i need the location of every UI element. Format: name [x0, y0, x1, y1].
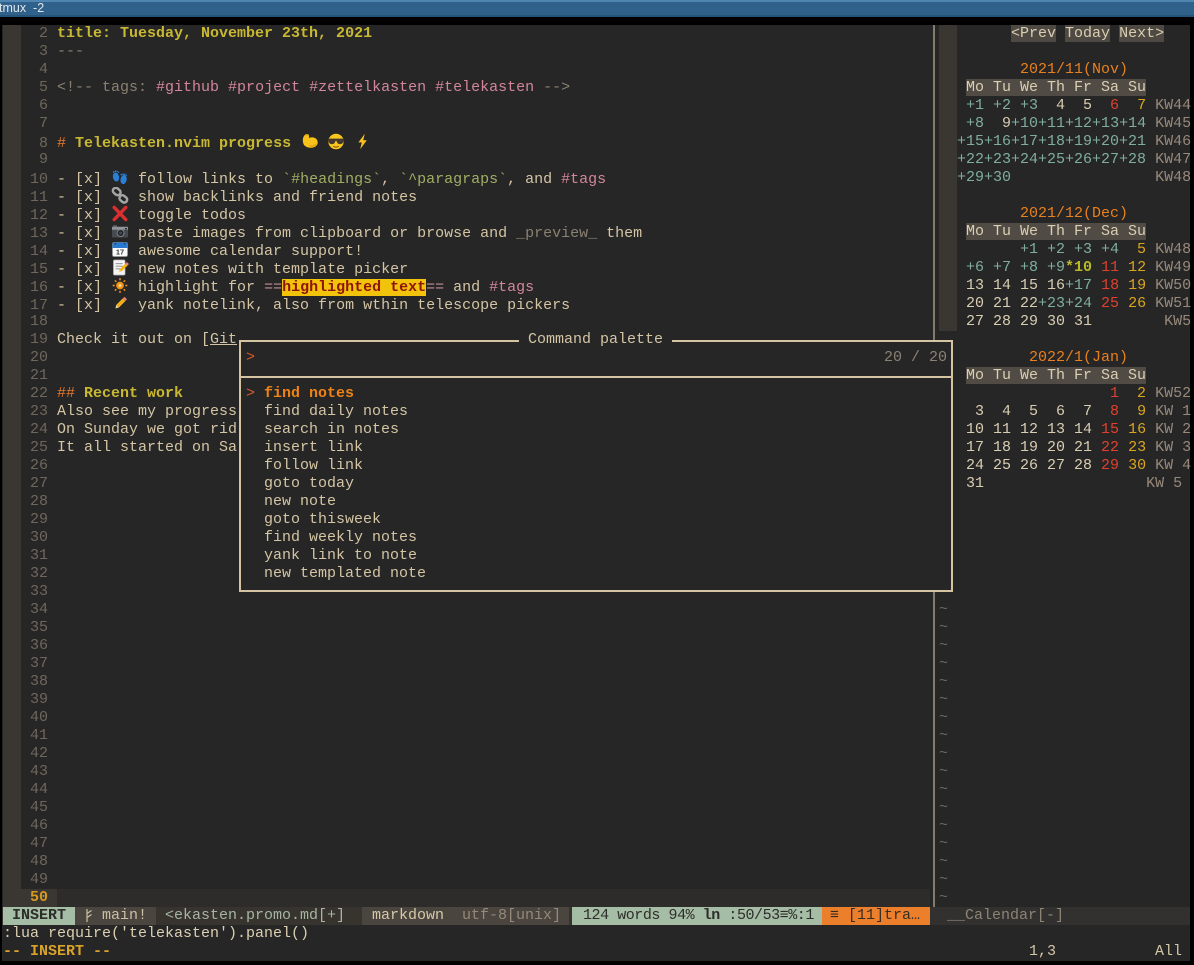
svg-text:17: 17	[116, 248, 124, 257]
